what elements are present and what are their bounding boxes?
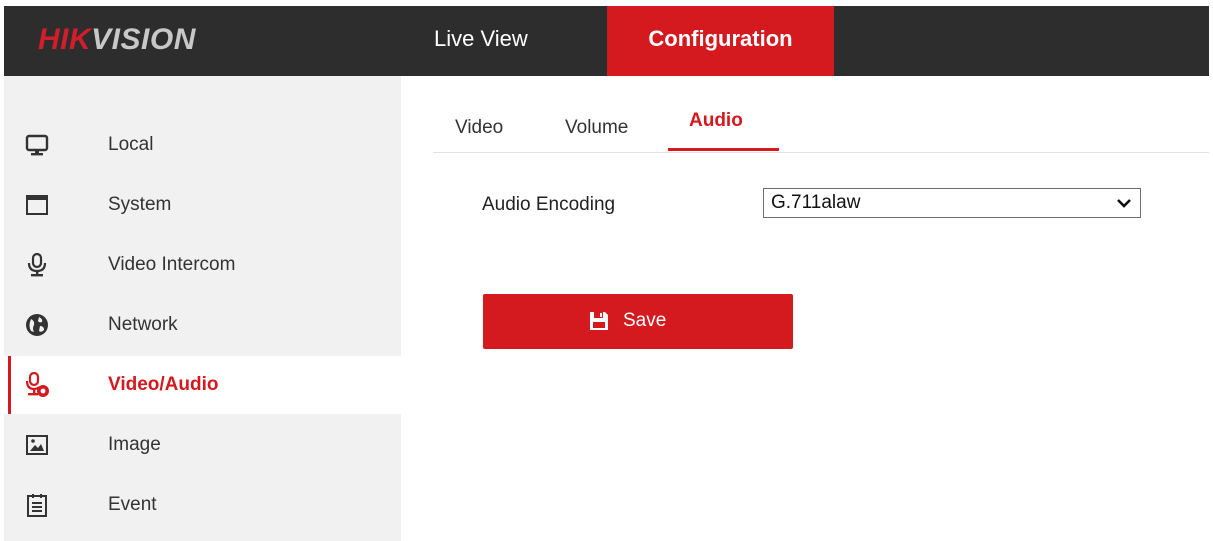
tab-bar: Video Volume Audio <box>433 76 1209 153</box>
sidebar-item-image[interactable]: Image <box>4 416 401 474</box>
active-tab-indicator <box>668 148 779 151</box>
app-frame: HIKVISION Live View Configuration Local … <box>4 6 1209 541</box>
sidebar-item-label: Local <box>108 134 154 155</box>
audio-encoding-select[interactable]: G.711alaw <box>763 188 1141 218</box>
top-bar: HIKVISION Live View Configuration <box>4 6 1209 76</box>
sidebar-item-label: Network <box>108 314 178 335</box>
hikvision-logo: HIKVISION <box>38 23 196 57</box>
save-button-label: Save <box>623 310 667 331</box>
audio-encoding-label: Audio Encoding <box>482 194 616 215</box>
main-panel: Video Volume Audio Audio Encoding G.711a… <box>401 76 1209 541</box>
save-button[interactable]: Save <box>483 294 793 349</box>
monitor-icon <box>25 134 49 156</box>
sidebar-item-video-audio[interactable]: Video/Audio <box>4 356 401 414</box>
nav-live-view[interactable]: Live View <box>434 6 528 76</box>
window-icon <box>26 195 48 215</box>
sidebar: Local System Video Intercom Network Vide… <box>4 76 401 541</box>
tab-audio[interactable]: Audio <box>689 109 743 133</box>
calendar-icon <box>27 494 47 517</box>
audio-encoding-value: G.711alaw <box>771 192 861 213</box>
floppy-disk-icon <box>590 312 608 330</box>
logo-suffix: VISION <box>91 23 196 56</box>
tab-volume[interactable]: Volume <box>565 116 628 140</box>
microphone-icon <box>27 252 47 277</box>
sidebar-item-label: System <box>108 194 172 215</box>
sidebar-item-system[interactable]: System <box>4 176 401 234</box>
sidebar-item-label: Video/Audio <box>108 374 219 395</box>
logo-prefix: HIK <box>38 23 92 56</box>
sidebar-item-event[interactable]: Event <box>4 476 401 534</box>
sidebar-item-local[interactable]: Local <box>4 116 401 174</box>
nav-configuration[interactable]: Configuration <box>607 6 834 76</box>
sidebar-item-label: Event <box>108 494 157 515</box>
globe-icon <box>26 314 48 336</box>
chevron-down-icon <box>1117 199 1131 208</box>
microphone-camera-icon <box>25 372 49 397</box>
sidebar-item-label: Video Intercom <box>108 254 236 275</box>
sidebar-item-label: Image <box>108 434 161 455</box>
sidebar-item-network[interactable]: Network <box>4 296 401 354</box>
tab-video[interactable]: Video <box>455 116 503 140</box>
image-icon <box>26 435 48 455</box>
sidebar-item-video-intercom[interactable]: Video Intercom <box>4 236 401 294</box>
